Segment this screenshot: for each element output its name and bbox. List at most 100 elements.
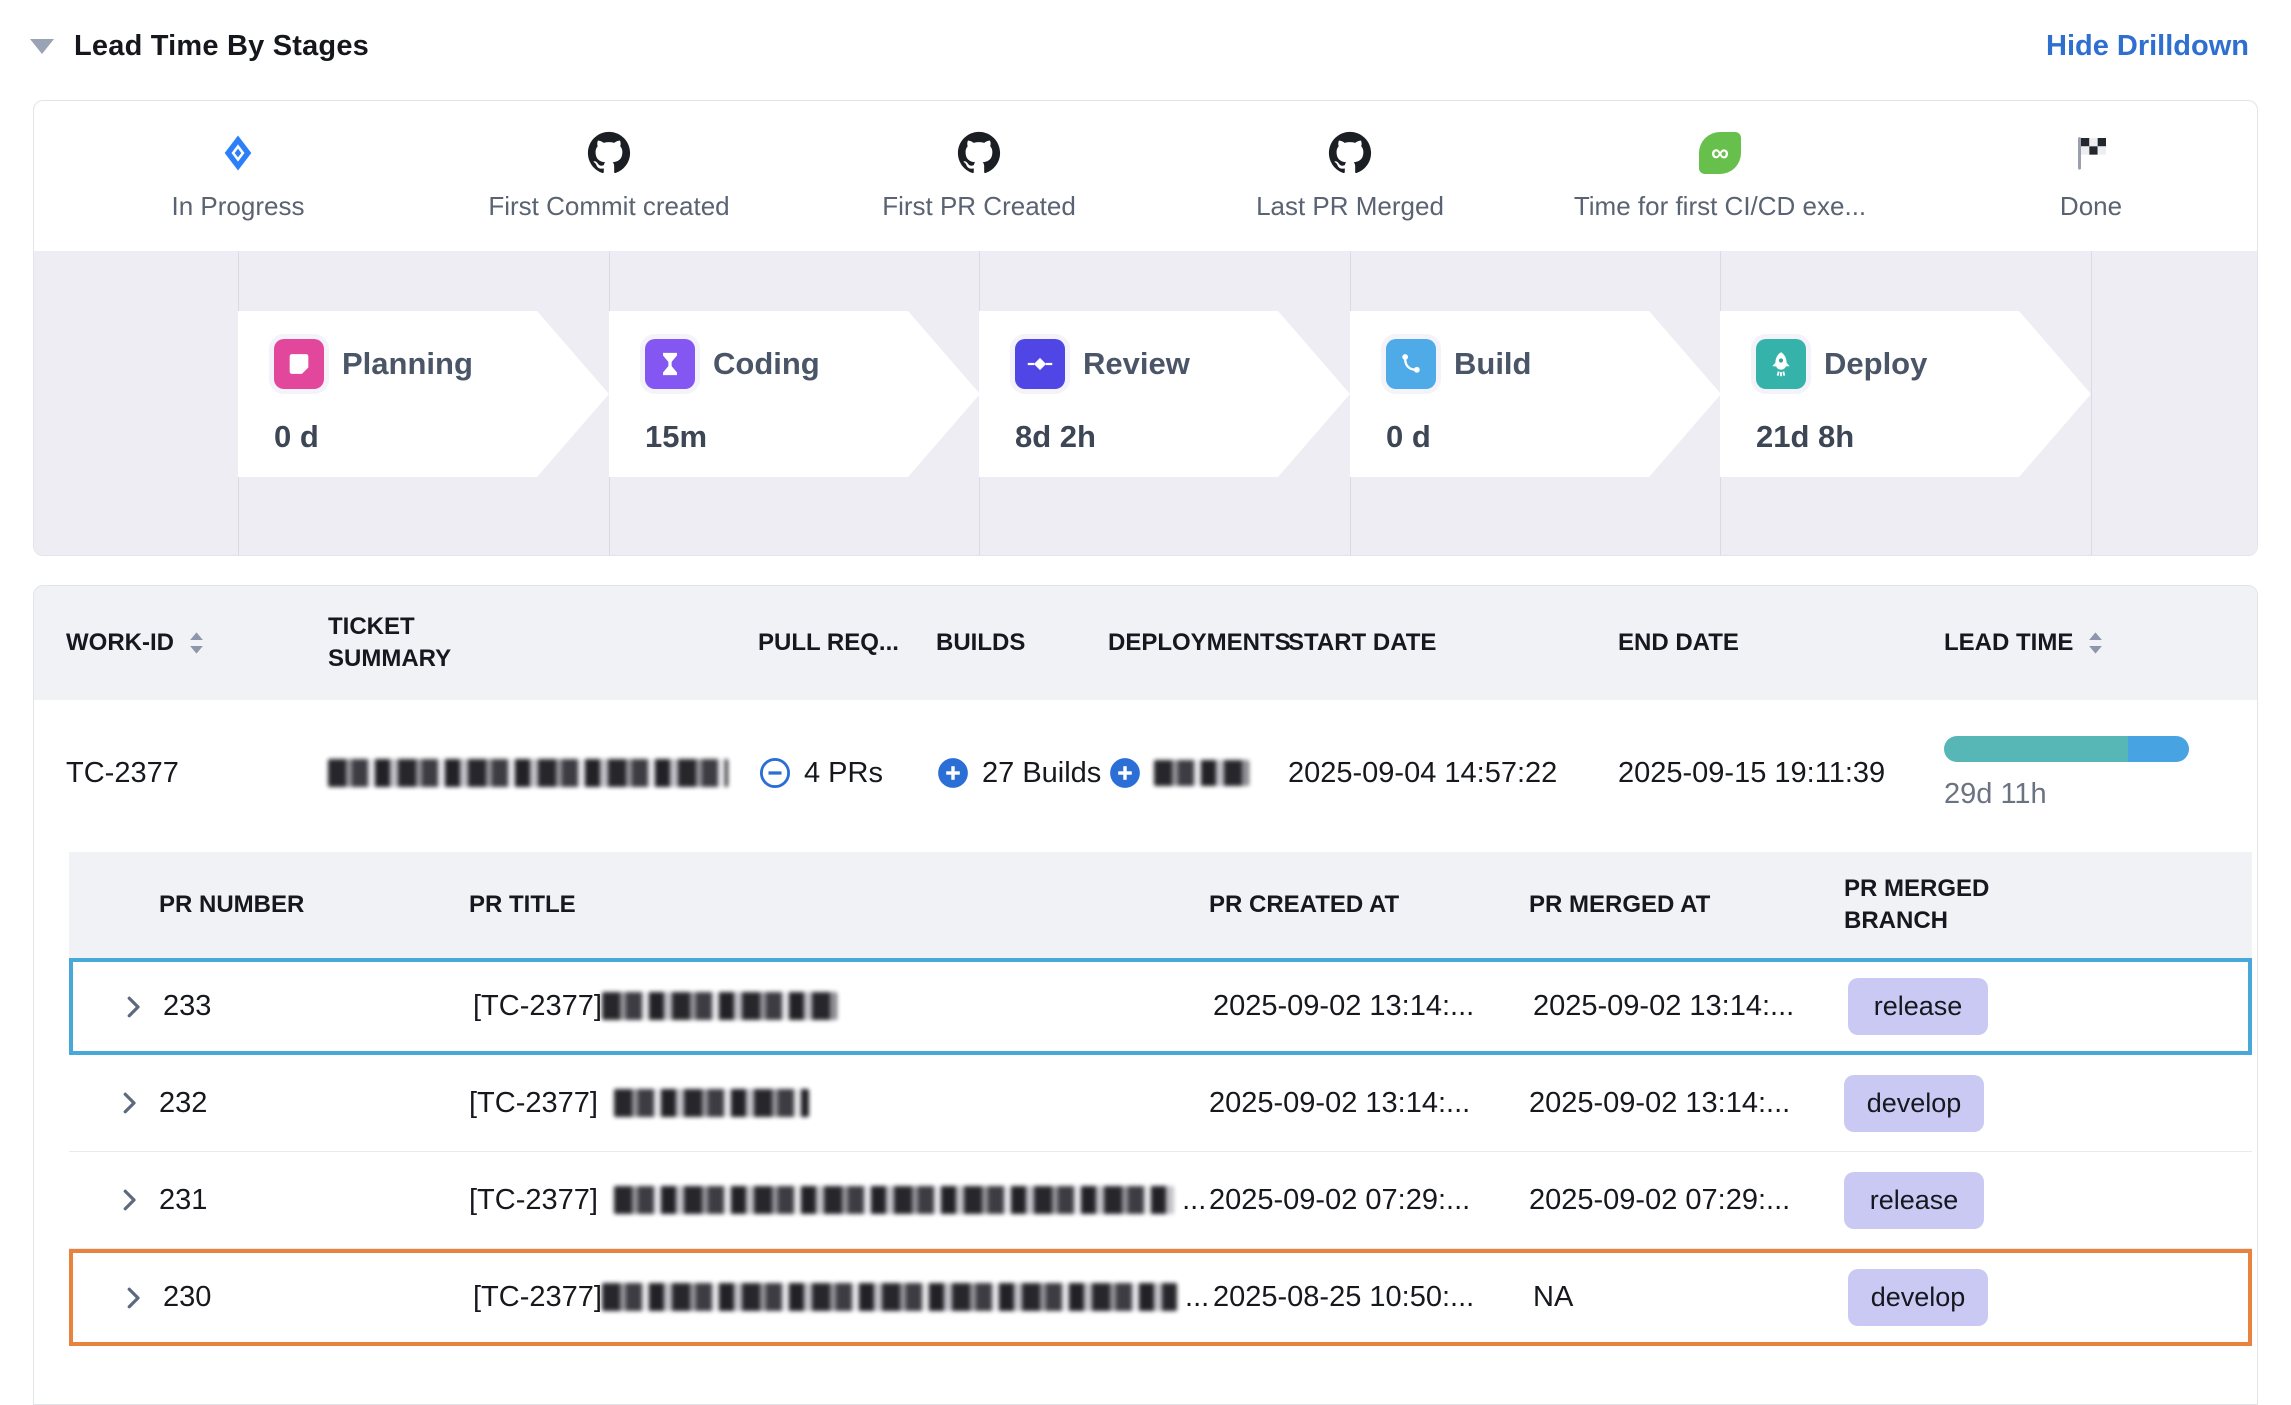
- redacted-text: [602, 1283, 1177, 1311]
- rocket-icon: [1756, 339, 1806, 389]
- chevron-right-icon[interactable]: [118, 1283, 163, 1313]
- start-date-cell: 2025-09-04 14:57:22: [1288, 757, 1618, 790]
- lead-time-bar-segment-1: [1944, 736, 2128, 762]
- stage-duration: 0 d: [274, 419, 609, 455]
- deployments-cell[interactable]: [1108, 756, 1288, 790]
- marker-last-pr-merged: Last PR Merged: [1160, 127, 1540, 222]
- chevron-right-icon[interactable]: [114, 1185, 159, 1215]
- redacted-text: [614, 1186, 1174, 1214]
- github-icon: [789, 127, 1169, 179]
- pr-number-cell: 233: [163, 990, 473, 1023]
- pr-created-cell: 2025-09-02 13:14:...: [1213, 990, 1533, 1023]
- note-icon: [274, 339, 324, 389]
- pr-created-cell: 2025-09-02 07:29:...: [1209, 1184, 1529, 1217]
- pr-row-232[interactable]: 232 [TC-2377] 2025-09-02 13:14:... 2025-…: [69, 1055, 2252, 1152]
- pr-number-cell: 231: [159, 1184, 469, 1217]
- expand-circle-icon[interactable]: [936, 756, 970, 790]
- pr-merged-cell: 2025-09-02 13:14:...: [1529, 1087, 1844, 1120]
- branch-badge: develop: [1848, 1269, 1988, 1326]
- pull-requests-cell[interactable]: 4 PRs: [758, 756, 936, 790]
- sort-icon[interactable]: [2087, 631, 2104, 655]
- pr-number-cell: 232: [159, 1087, 469, 1120]
- collapse-circle-icon[interactable]: [758, 756, 792, 790]
- collapse-triangle-icon[interactable]: [30, 39, 54, 54]
- builds-header: BUILDS: [936, 629, 1108, 657]
- lead-time-bar: [1944, 736, 2189, 762]
- marker-label: Last PR Merged: [1160, 191, 1540, 222]
- github-icon: [419, 127, 799, 179]
- builds-cell[interactable]: 27 Builds: [936, 756, 1108, 790]
- pr-created-cell: 2025-08-25 10:50:...: [1213, 1281, 1533, 1314]
- start-date-header: START DATE: [1288, 629, 1618, 657]
- chevron-right-icon[interactable]: [118, 992, 163, 1022]
- expand-circle-icon[interactable]: [1108, 756, 1142, 790]
- stage-name: Deploy: [1824, 346, 1927, 382]
- stage-review: Review 8d 2h: [979, 311, 1350, 477]
- lead-time-header[interactable]: LEAD TIME: [1944, 629, 2257, 657]
- sort-icon[interactable]: [188, 631, 205, 655]
- pr-title-suffix: ...: [1182, 1184, 1206, 1216]
- end-date-header: END DATE: [1618, 629, 1944, 657]
- marker-label: Time for first CI/CD exe...: [1530, 191, 1910, 222]
- work-id-cell: TC-2377: [66, 757, 328, 790]
- pr-row-231[interactable]: 231 [TC-2377] ... 2025-09-02 07:29:... 2…: [69, 1152, 2252, 1249]
- marker-label: First Commit created: [419, 191, 799, 222]
- hide-drilldown-link[interactable]: Hide Drilldown: [2046, 30, 2249, 63]
- work-id-header[interactable]: WORK-ID: [66, 629, 328, 657]
- deployments-header: DEPLOYMENTS: [1108, 629, 1288, 657]
- pr-title-cell: [TC-2377]: [469, 1087, 1209, 1120]
- marker-first-commit: First Commit created: [419, 127, 799, 222]
- pr-created-cell: 2025-09-02 13:14:...: [1209, 1087, 1529, 1120]
- ticket-summary-header: TICKET SUMMARY: [328, 611, 468, 676]
- stage-build: Build 0 d: [1350, 311, 1721, 477]
- pr-title-prefix: [TC-2377]: [473, 1281, 602, 1313]
- stage-duration: 15m: [645, 419, 980, 455]
- redacted-text: [328, 759, 728, 787]
- pr-merged-cell: 2025-09-02 13:14:...: [1533, 990, 1848, 1023]
- pr-title-prefix: [TC-2377]: [473, 990, 602, 1022]
- builds-count: 27 Builds: [982, 757, 1101, 790]
- marker-cicd: ∞ Time for first CI/CD exe...: [1530, 127, 1910, 222]
- pr-merged-header: PR MERGED AT: [1529, 891, 1844, 919]
- end-date-cell: 2025-09-15 19:11:39: [1618, 757, 1944, 790]
- pr-branch-header: PR MERGED BRANCH: [1844, 873, 2004, 938]
- pr-title-suffix: ...: [1185, 1281, 1209, 1313]
- drilldown-header: Lead Time By Stages Hide Drilldown: [0, 0, 2291, 72]
- pr-row-233[interactable]: 233 [TC-2377] 2025-09-02 13:14:... 2025-…: [69, 958, 2252, 1055]
- github-icon: [1160, 127, 1540, 179]
- marker-first-pr: First PR Created: [789, 127, 1169, 222]
- pr-table: PR NUMBER PR TITLE PR CREATED AT PR MERG…: [69, 852, 2252, 1346]
- page-title: Lead Time By Stages: [74, 30, 369, 63]
- lead-time-value: 29d 11h: [1944, 778, 2257, 811]
- cicd-infinity-icon: ∞: [1530, 127, 1910, 179]
- column-divider: [2091, 251, 2092, 555]
- pr-title-cell: [TC-2377] ...: [469, 1184, 1209, 1217]
- header-label: WORK-ID: [66, 629, 174, 657]
- pr-title-prefix: [TC-2377]: [469, 1184, 598, 1216]
- stage-coding: Coding 15m: [609, 311, 980, 477]
- work-table-header: WORK-ID TICKET SUMMARY PULL REQ... BUILD…: [34, 586, 2257, 700]
- stage-duration: 8d 2h: [1015, 419, 1350, 455]
- chevron-right-icon[interactable]: [114, 1088, 159, 1118]
- pr-merged-cell: 2025-09-02 07:29:...: [1529, 1184, 1844, 1217]
- redacted-text: [614, 1089, 809, 1117]
- pr-title-prefix: [TC-2377]: [469, 1087, 598, 1119]
- lead-time-stages-card: In Progress First Commit created First P…: [33, 100, 2258, 556]
- header-label: LEAD TIME: [1944, 629, 2073, 657]
- pr-table-header: PR NUMBER PR TITLE PR CREATED AT PR MERG…: [69, 852, 2252, 958]
- pull-requests-header: PULL REQ...: [758, 629, 936, 657]
- lead-time-cell: 29d 11h: [1944, 736, 2257, 811]
- work-item-row[interactable]: TC-2377 4 PRs 27 Builds 2025-09-04 14:57…: [34, 700, 2257, 846]
- marker-in-progress: In Progress: [48, 127, 428, 222]
- pr-title-cell: [TC-2377]: [473, 990, 1213, 1023]
- pr-number-cell: 230: [163, 1281, 473, 1314]
- work-items-table: WORK-ID TICKET SUMMARY PULL REQ... BUILD…: [33, 585, 2258, 1405]
- branch-badge: release: [1844, 1172, 1984, 1229]
- pr-row-230[interactable]: 230 [TC-2377] ... 2025-08-25 10:50:... N…: [69, 1249, 2252, 1346]
- stage-deploy: Deploy 21d 8h: [1720, 311, 2091, 477]
- marker-label: In Progress: [48, 191, 428, 222]
- hourglass-icon: [645, 339, 695, 389]
- redacted-text: [1154, 760, 1249, 786]
- checkered-flag-icon: [1901, 127, 2258, 179]
- marker-label: First PR Created: [789, 191, 1169, 222]
